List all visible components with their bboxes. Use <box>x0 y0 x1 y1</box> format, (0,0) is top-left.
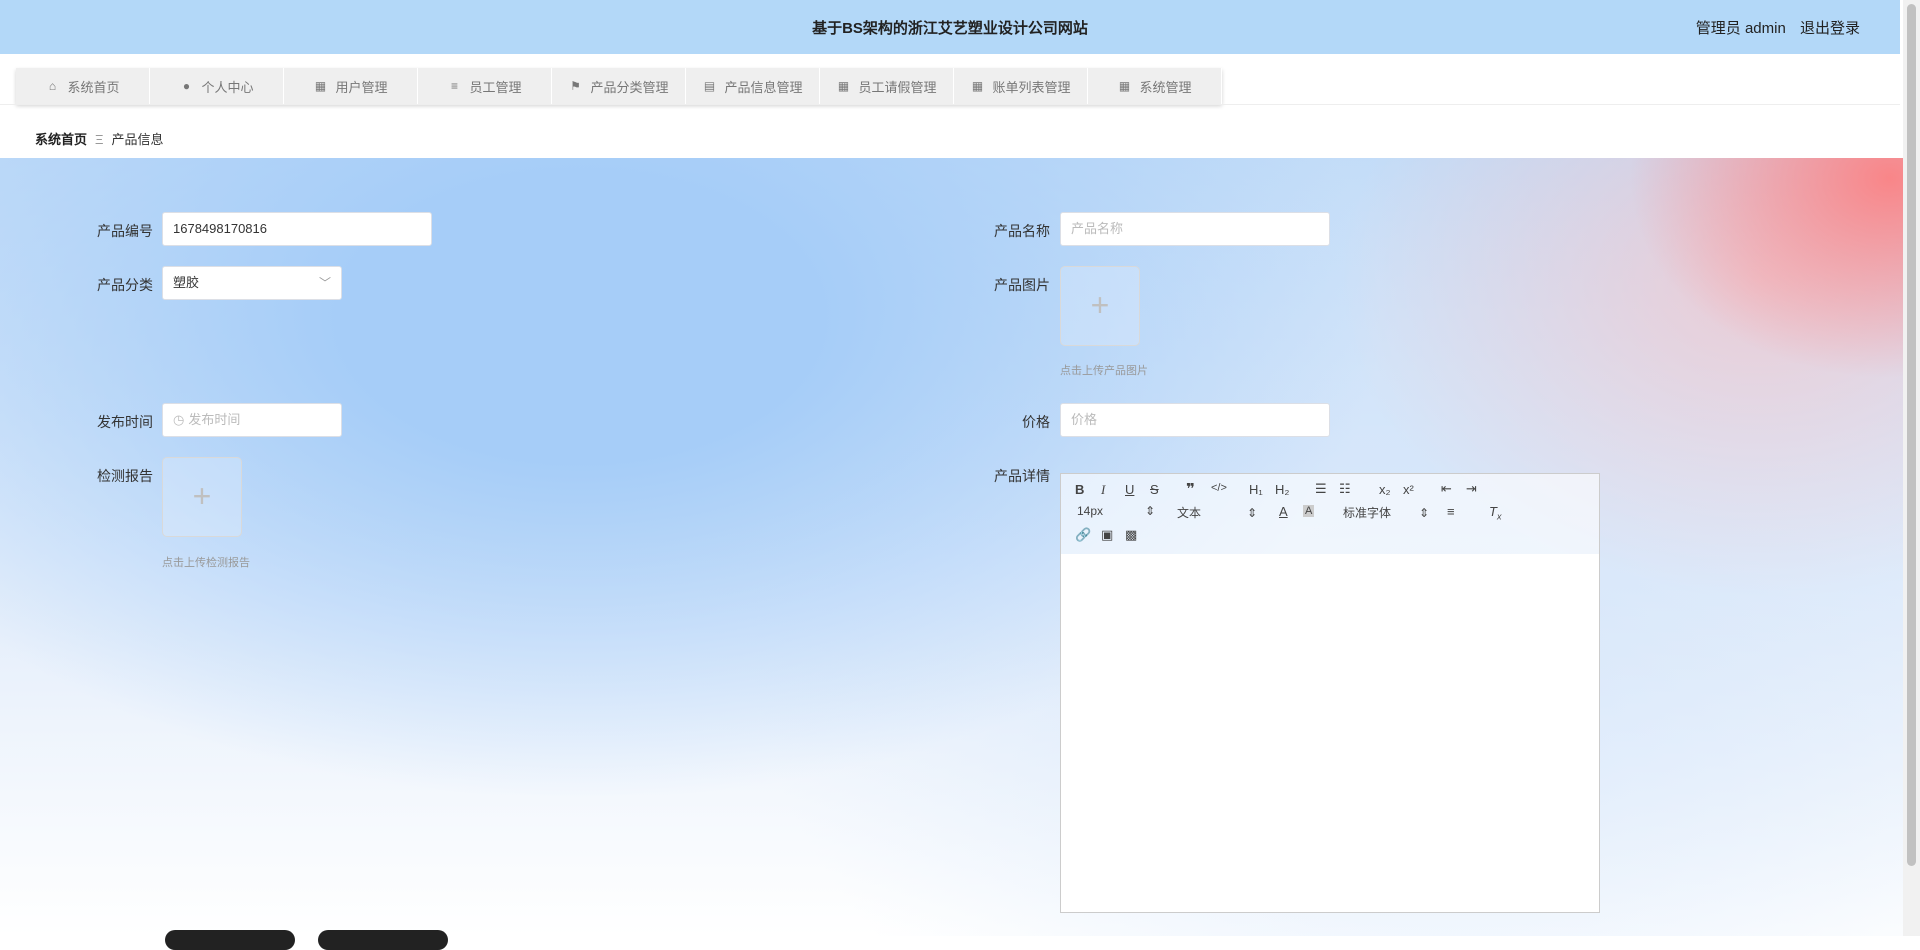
breadcrumb: 系统首页 Ξ 产品信息 <box>35 129 163 148</box>
publish-time-input[interactable]: ◷ 发布时间 <box>162 403 342 437</box>
subscript-icon[interactable]: x₂ <box>1379 482 1391 497</box>
publish-time-placeholder: 发布时间 <box>188 412 241 427</box>
breadcrumb-current: 产品信息 <box>111 132 164 147</box>
nav-users[interactable]: ▦ 用户管理 <box>284 68 418 104</box>
nav-label: 产品信息管理 <box>724 79 803 95</box>
background-color-icon[interactable]: A <box>1303 505 1315 517</box>
price-label: 价格 <box>1022 414 1050 430</box>
nav-label: 员工管理 <box>469 79 522 95</box>
italic-icon[interactable]: I <box>1101 482 1105 498</box>
nav-category[interactable]: ⚑ 产品分类管理 <box>552 68 686 104</box>
top-header: 基于BS架构的浙江艾艺塑业设计公司网站 管理员 admin 退出登录 <box>0 0 1900 54</box>
rich-text-editor: B I U S ❞ </> H₁ H₂ ☰ ☷ x₂ x² ⇤ ⇥ 14px ⇕ … <box>1060 473 1600 913</box>
logout-link[interactable]: 退出登录 <box>1800 20 1860 37</box>
bold-icon[interactable]: B <box>1075 482 1084 497</box>
main-nav: ⌂ 系统首页 ● 个人中心 ▦ 用户管理 ≡ 员工管理 ⚑ 产品分类管理 ▤ 产品信息管理 … <box>16 68 1222 104</box>
nav-label: 产品分类管理 <box>590 79 669 95</box>
editor-toolbar: B I U S ❞ </> H₁ H₂ ☰ ☷ x₂ x² ⇤ ⇥ 14px ⇕ … <box>1061 474 1599 555</box>
scrollbar[interactable] <box>1903 0 1920 936</box>
scrollbar-thumb[interactable] <box>1907 4 1916 866</box>
clipboard-icon: ▤ <box>703 79 716 93</box>
select-arrows-icon: ⇕ <box>1145 504 1156 518</box>
product-name-label: 产品名称 <box>994 223 1050 239</box>
image-hint: 点击上传产品图片 <box>1060 365 1148 377</box>
select-arrows-icon: ⇕ <box>1247 506 1258 520</box>
font-family-select[interactable]: 标准字体 ⇕ <box>1343 504 1429 521</box>
nav-product-info[interactable]: ▤ 产品信息管理 <box>686 68 820 104</box>
nav-label: 用户管理 <box>335 79 388 95</box>
submit-button[interactable] <box>165 930 295 950</box>
image-icon[interactable]: ▣ <box>1101 527 1113 543</box>
video-icon[interactable]: ▩ <box>1125 527 1137 543</box>
nav-label: 员工请假管理 <box>858 79 937 95</box>
clear-format-icon[interactable]: Tx <box>1489 504 1501 522</box>
font-color-icon[interactable]: A <box>1279 504 1288 519</box>
divider <box>0 104 1900 105</box>
align-icon[interactable]: ≡ <box>1447 504 1455 519</box>
font-size-select[interactable]: 14px ⇕ <box>1077 504 1155 518</box>
user-area: 管理员 admin 退出登录 <box>1686 17 1860 38</box>
grid-icon: ▦ <box>837 79 850 93</box>
nav-bills[interactable]: ▦ 账单列表管理 <box>954 68 1088 104</box>
breadcrumb-separator: Ξ <box>95 132 104 147</box>
indent-icon[interactable]: ⇥ <box>1466 481 1477 497</box>
site-title: 基于BS架构的浙江艾艺塑业设计公司网站 <box>812 20 1088 37</box>
product-name-input[interactable]: 产品名称 <box>1060 212 1330 246</box>
grid-icon: ▦ <box>971 79 984 93</box>
code-icon[interactable]: </> <box>1211 482 1227 494</box>
user-icon: ● <box>182 79 191 93</box>
ordered-list-icon[interactable]: ☰ <box>1315 481 1327 497</box>
publish-time-label: 发布时间 <box>97 414 153 430</box>
heading-select[interactable]: 文本 ⇕ <box>1177 504 1257 521</box>
font-family-value: 标准字体 <box>1343 506 1392 520</box>
nav-home[interactable]: ⌂ 系统首页 <box>16 68 150 104</box>
clock-icon: ◷ <box>173 412 185 427</box>
quote-icon[interactable]: ❞ <box>1186 480 1195 498</box>
price-input[interactable]: 价格 <box>1060 403 1330 437</box>
nav-label: 账单列表管理 <box>992 79 1071 95</box>
nav-staff[interactable]: ≡ 员工管理 <box>418 68 552 104</box>
detail-label: 产品详情 <box>994 468 1050 484</box>
report-label: 检测报告 <box>97 468 153 484</box>
outdent-icon[interactable]: ⇤ <box>1441 481 1452 497</box>
report-upload[interactable]: + <box>162 457 242 537</box>
flag-icon: ⚑ <box>570 79 581 93</box>
image-label: 产品图片 <box>994 277 1050 293</box>
grid-icon: ▦ <box>314 79 327 93</box>
nav-label: 系统管理 <box>1139 79 1192 95</box>
h1-icon[interactable]: H₁ <box>1249 482 1263 497</box>
nav-label: 系统首页 <box>67 79 120 95</box>
cancel-button[interactable] <box>318 930 448 950</box>
category-select[interactable]: 塑胶 ﹀ <box>162 266 342 300</box>
image-upload[interactable]: + <box>1060 266 1140 346</box>
chevron-down-icon: ﹀ <box>318 276 331 290</box>
underline-icon[interactable]: U <box>1125 482 1134 497</box>
category-label: 产品分类 <box>97 277 153 293</box>
report-hint: 点击上传检测报告 <box>162 557 250 569</box>
nav-label: 个人中心 <box>201 79 254 95</box>
breadcrumb-home[interactable]: 系统首页 <box>35 132 87 147</box>
home-icon: ⌂ <box>48 79 57 93</box>
editor-content[interactable] <box>1061 554 1599 912</box>
plus-icon: + <box>192 478 212 514</box>
nav-leave[interactable]: ▦ 员工请假管理 <box>820 68 954 104</box>
user-label: 管理员 admin <box>1695 20 1786 37</box>
link-icon[interactable]: 🔗 <box>1075 527 1091 543</box>
product-no-label: 产品编号 <box>97 223 153 239</box>
superscript-icon[interactable]: x² <box>1403 482 1414 497</box>
heading-value: 文本 <box>1177 506 1202 520</box>
product-no-input[interactable]: 1678498170816 <box>162 212 432 246</box>
grid-icon: ▦ <box>1118 79 1131 93</box>
h2-icon[interactable]: H₂ <box>1275 482 1289 497</box>
font-size-value: 14px <box>1077 504 1104 518</box>
nav-system[interactable]: ▦ 系统管理 <box>1088 68 1222 104</box>
category-value: 塑胶 <box>173 275 200 290</box>
nav-profile[interactable]: ● 个人中心 <box>150 68 284 104</box>
plus-icon: + <box>1090 287 1110 323</box>
list-icon: ≡ <box>450 79 458 93</box>
strike-icon[interactable]: S <box>1150 482 1159 497</box>
select-arrows-icon: ⇕ <box>1419 506 1430 520</box>
bullet-list-icon[interactable]: ☷ <box>1339 481 1351 497</box>
